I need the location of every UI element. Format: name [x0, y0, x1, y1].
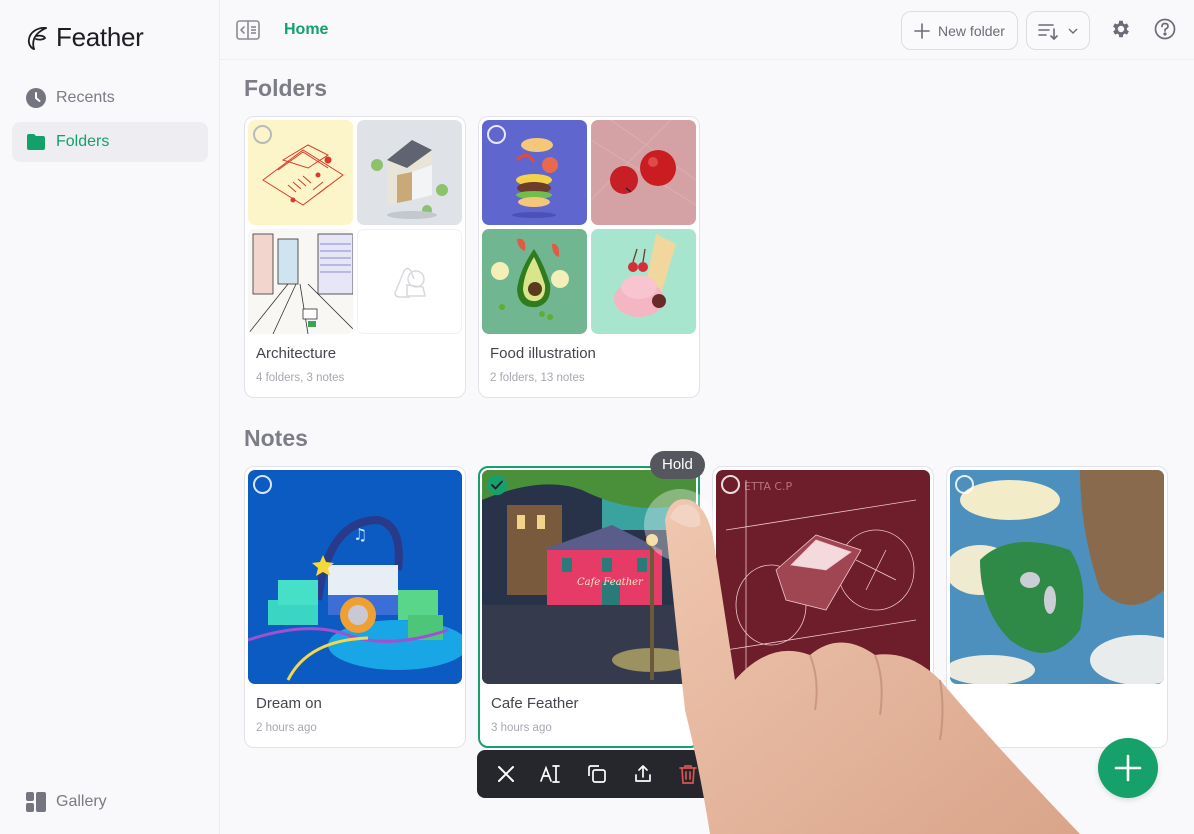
- thumbnail-floating-island-sky: [950, 470, 1164, 684]
- placeholder-shapes-icon: [393, 267, 426, 298]
- thumbnail-avocado-on-green: [482, 229, 587, 334]
- select-checkbox[interactable]: [955, 475, 974, 494]
- folders-heading: Folders: [244, 75, 328, 101]
- settings-button[interactable]: [1110, 18, 1134, 42]
- share-icon: [634, 765, 651, 782]
- app-name: Feather: [56, 22, 144, 52]
- rename-button[interactable]: [537, 760, 565, 788]
- sidebar: Feather Recents Folders Gallery: [0, 0, 220, 834]
- gallery-icon: [26, 792, 46, 812]
- note-meta: 3 hours ago: [491, 722, 552, 734]
- svg-text:Cafe Feather: Cafe Feather: [577, 577, 644, 588]
- sort-icon: [1038, 23, 1058, 40]
- plus-icon: [1114, 754, 1142, 782]
- sidebar-item-folders[interactable]: Folders: [12, 122, 208, 162]
- select-checkbox[interactable]: [721, 475, 740, 494]
- select-checkbox[interactable]: [487, 125, 506, 144]
- selection-action-bar: [477, 750, 717, 798]
- sidebar-collapse-icon: [236, 20, 260, 40]
- sidebar-item-label: Gallery: [56, 793, 107, 810]
- top-bar: Home New folder: [220, 0, 1194, 60]
- select-checkbox[interactable]: [253, 475, 272, 494]
- chevron-down-icon: [1068, 28, 1078, 34]
- gear-icon: [1113, 20, 1129, 38]
- sidebar-item-label: Recents: [56, 89, 115, 106]
- new-folder-label: New folder: [938, 22, 1005, 39]
- help-icon: [1154, 18, 1176, 40]
- create-new-button[interactable]: [1098, 738, 1158, 798]
- svg-text:ETTA C.P: ETTA C.P: [744, 480, 793, 493]
- thumbnail-empty-placeholder: [357, 229, 462, 334]
- plus-icon: [914, 22, 930, 39]
- selected-checkbox[interactable]: [487, 475, 507, 495]
- feather-logo-icon: [27, 26, 47, 50]
- duplicate-button[interactable]: [583, 760, 611, 788]
- folder-card-architecture[interactable]: Architecture 4 folders, 3 notes: [244, 116, 466, 398]
- folder-card-food-illustration[interactable]: Food illustration 2 folders, 13 notes: [478, 116, 700, 398]
- rename-icon: [540, 765, 561, 783]
- app-logo[interactable]: Feather: [26, 22, 144, 53]
- sidebar-item-recents[interactable]: Recents: [12, 78, 208, 118]
- folder-name: Food illustration: [490, 345, 596, 362]
- thumbnail-night-cafe-street: Cafe Feather: [482, 470, 696, 684]
- folder-name: Architecture: [256, 345, 337, 362]
- note-card-floating-island[interactable]: [946, 466, 1168, 748]
- thumbnail-city-street-sketch: [248, 229, 353, 334]
- note-card-dream-on[interactable]: ♫ Dream on 2 hours ago: [244, 466, 466, 748]
- sidebar-toggle-button[interactable]: [236, 20, 260, 40]
- clock-icon: [26, 88, 46, 108]
- folder-thumbnails: [248, 120, 462, 334]
- share-button[interactable]: [629, 760, 657, 788]
- duplicate-icon: [588, 765, 606, 783]
- close-selection-button[interactable]: [492, 760, 520, 788]
- note-card-cafe-feather[interactable]: Cafe Feather Cafe Feather 3 hours ago: [478, 466, 700, 748]
- thumbnail-grey-house-illustration: [357, 120, 462, 225]
- thumbnail-ice-cream-on-mint: [591, 229, 696, 334]
- note-card-motorbike[interactable]: ETTA C.P: [712, 466, 934, 748]
- note-meta: 2 hours ago: [256, 722, 317, 734]
- folder-meta: 4 folders, 3 notes: [256, 372, 345, 384]
- svg-text:♫: ♫: [353, 525, 367, 544]
- note-title: Dream on: [256, 695, 322, 712]
- notes-heading: Notes: [244, 425, 308, 451]
- breadcrumb-home[interactable]: Home: [284, 21, 328, 39]
- thumbnail-apples-on-pink: [591, 120, 696, 225]
- close-icon: [497, 766, 514, 782]
- note-title: Cafe Feather: [491, 695, 579, 712]
- delete-button[interactable]: [674, 760, 702, 788]
- new-folder-button[interactable]: New folder: [901, 11, 1018, 50]
- hold-tooltip: Hold: [650, 451, 705, 479]
- sort-dropdown-button[interactable]: [1026, 11, 1090, 50]
- folder-icon: [27, 134, 45, 150]
- folder-thumbnails: [482, 120, 696, 334]
- select-checkbox[interactable]: [253, 125, 272, 144]
- folder-meta: 2 folders, 13 notes: [490, 372, 585, 384]
- help-button[interactable]: [1154, 18, 1178, 42]
- sidebar-item-label: Folders: [56, 133, 110, 150]
- thumbnail-motorbike-blueprint-red: ETTA C.P: [716, 470, 930, 684]
- checkmark-icon: [491, 480, 503, 490]
- thumbnail-headphones-cassettes-blue: ♫: [248, 470, 462, 684]
- trash-icon: [679, 765, 698, 784]
- sidebar-item-gallery[interactable]: Gallery: [12, 782, 208, 822]
